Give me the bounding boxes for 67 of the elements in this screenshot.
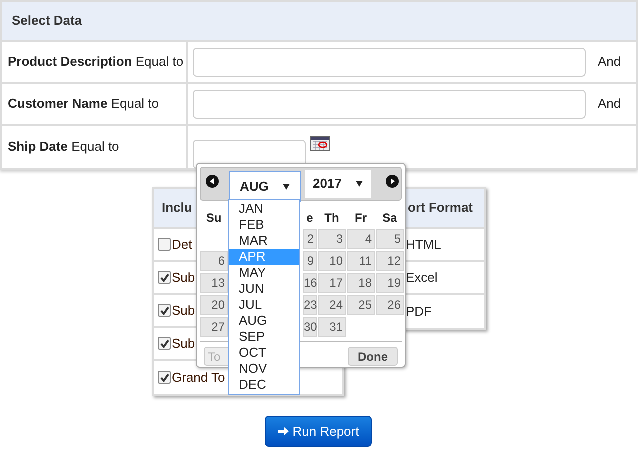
year-select[interactable]: 2017: [305, 170, 371, 198]
day-cell[interactable]: 26: [376, 295, 404, 315]
input-field[interactable]: [193, 90, 586, 118]
weekday-label: Su: [205, 211, 223, 225]
month-option[interactable]: JAN: [229, 201, 299, 217]
day-cell[interactable]: 24: [318, 295, 346, 315]
previous-icon[interactable]: [206, 175, 219, 188]
weekday-label: Fr: [354, 211, 368, 225]
weekday-label: Th: [324, 211, 340, 225]
day-cell[interactable]: 2: [303, 229, 317, 249]
section-header: Select Data: [2, 2, 636, 42]
month-option[interactable]: MAY: [229, 265, 299, 281]
checkbox[interactable]: [158, 371, 171, 384]
day-cell[interactable]: 30: [303, 317, 317, 337]
checkbox-label: Sub: [172, 268, 196, 287]
format-option[interactable]: HTML: [406, 234, 442, 254]
day-cell[interactable]: 20: [200, 295, 228, 315]
day-cell[interactable]: 25: [347, 295, 375, 315]
day-cell[interactable]: 10: [318, 251, 346, 271]
weekday-label: e: [306, 211, 314, 225]
day-cell[interactable]: 19: [376, 273, 404, 293]
day-cell[interactable]: 4: [347, 229, 375, 249]
weekday-label: Sa: [382, 211, 398, 225]
day-cell[interactable]: 17: [318, 273, 346, 293]
next-icon[interactable]: [386, 175, 399, 188]
format-option[interactable]: Excel: [406, 268, 438, 288]
month-option[interactable]: MAR: [229, 233, 299, 249]
day-cell[interactable]: 16: [303, 273, 317, 293]
checkbox[interactable]: [158, 238, 171, 251]
checkbox-label: Sub: [172, 302, 196, 320]
input-field[interactable]: [193, 48, 586, 76]
checkbox[interactable]: [158, 271, 171, 284]
checkbox[interactable]: [158, 337, 171, 350]
caret-icon: [356, 181, 363, 187]
month-option[interactable]: NOV: [229, 361, 299, 377]
field-label: Product Description Equal to: [8, 53, 184, 72]
day-cell[interactable]: 9: [303, 251, 317, 271]
day-cell[interactable]: 11: [347, 251, 375, 271]
checkbox-label: Det: [172, 236, 192, 254]
month-option[interactable]: DEC: [229, 377, 299, 393]
format-option[interactable]: PDF: [406, 302, 432, 322]
month-option[interactable]: JUL: [229, 297, 299, 313]
checkbox-label: Sub: [172, 334, 196, 353]
field-label: Customer Name Equal to: [8, 95, 160, 114]
day-cell[interactable]: 18: [347, 273, 375, 293]
day-cell[interactable]: 5: [376, 229, 404, 249]
day-cell[interactable]: 27: [200, 317, 228, 337]
connector-label: And: [598, 53, 622, 72]
run-report-button[interactable]: Run Report: [265, 416, 372, 447]
day-cell[interactable]: 23: [303, 295, 317, 315]
done-button[interactable]: Done: [348, 347, 398, 366]
checkbox[interactable]: [158, 304, 171, 317]
month-option[interactable]: OCT: [229, 345, 299, 361]
day-cell[interactable]: 31: [318, 317, 346, 337]
day-cell[interactable]: 3: [318, 229, 346, 249]
calendar-icon[interactable]: [310, 136, 330, 151]
arrow-icon: [278, 426, 289, 437]
month-select[interactable]: AUG: [229, 171, 301, 202]
field-label: Ship Date Equal to: [8, 138, 120, 156]
day-cell[interactable]: 12: [376, 251, 404, 271]
day-cell[interactable]: 6: [200, 251, 228, 271]
month-option[interactable]: JUN: [229, 281, 299, 297]
connector-label: And: [598, 95, 622, 114]
checkbox-label: Grand To: [172, 368, 226, 387]
day-cell[interactable]: 13: [200, 273, 228, 293]
month-option[interactable]: SEP: [229, 329, 299, 345]
month-option[interactable]: AUG: [229, 313, 299, 329]
